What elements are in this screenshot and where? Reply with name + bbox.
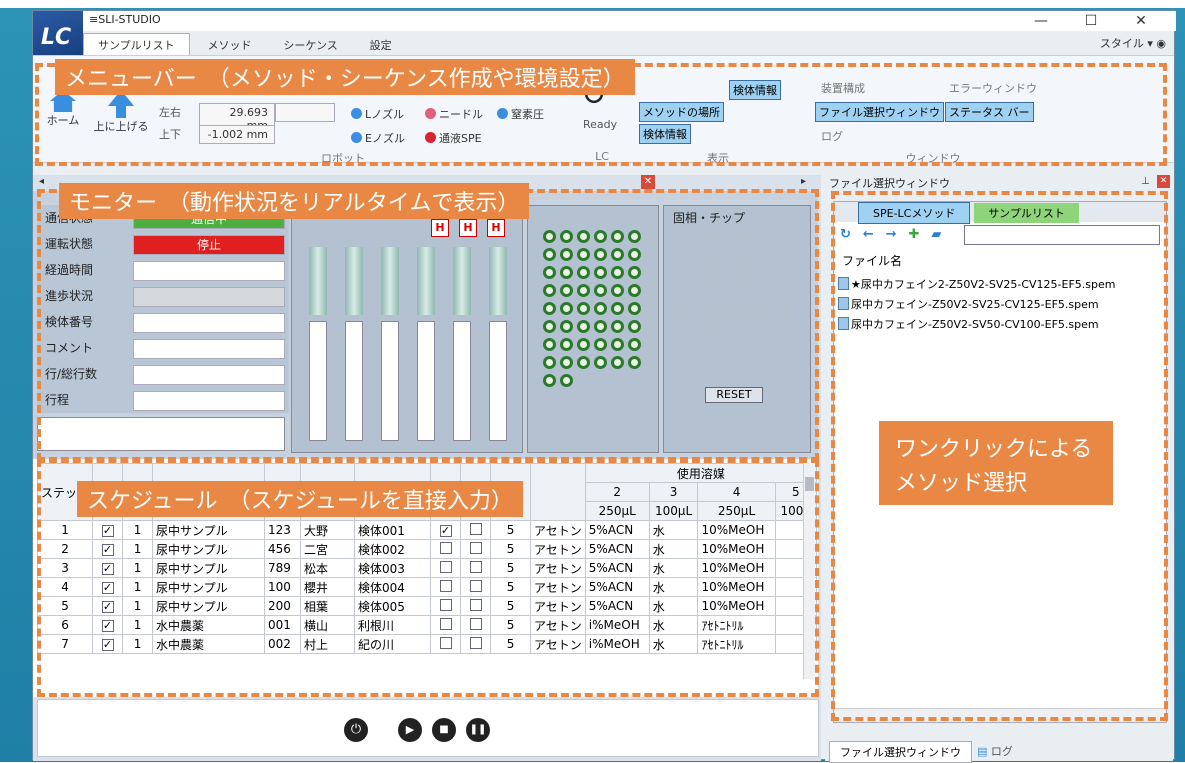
style-menu[interactable]: スタイル ▾ ◉: [1100, 35, 1166, 51]
tabs-scroll-left-icon[interactable]: ◂: [39, 176, 44, 187]
close-pane-icon[interactable]: ✕: [1157, 175, 1170, 188]
monitor-highlight: [37, 189, 819, 461]
oneclick-line-1: ワンクリックによる: [895, 437, 1093, 462]
schedule-annotation: スケジュール （スケジュールを直接入力）: [77, 481, 523, 517]
tab-sample-list[interactable]: サンプルリスト: [83, 33, 190, 56]
menubar-annotation: メニューバー （メソッド・シーケンス作成や環境設定）: [55, 59, 635, 95]
file-pane-title: ファイル選択ウィンドウ: [829, 177, 950, 190]
pin-icon[interactable]: ⊥: [1141, 176, 1150, 187]
minimize-button[interactable]: —: [1023, 11, 1059, 31]
window-title: ≡SLI-STUDIO: [89, 13, 161, 26]
stop-icon[interactable]: ■: [432, 718, 456, 742]
close-button[interactable]: ✕: [1123, 11, 1159, 31]
app-logo: LC: [33, 11, 83, 61]
bottom-tab-log[interactable]: ▤ ログ: [977, 743, 1013, 759]
tabs-scroll-right-icon[interactable]: ▸: [801, 176, 806, 187]
tab-settings[interactable]: 設定: [356, 34, 406, 56]
close-tab-icon[interactable]: ✕: [641, 175, 655, 189]
monitor-annotation: モニター （動作状況をリアルタイムで表示）: [59, 183, 530, 219]
oneclick-line-2: メソッド選択: [895, 471, 1028, 496]
pause-icon[interactable]: ❚❚: [466, 718, 490, 742]
title-bar: ≡SLI-STUDIO — ☐ ✕: [33, 11, 1176, 31]
control-bar: ⏻ ▶ ■ ❚❚: [37, 699, 819, 757]
tab-method[interactable]: メソッド: [194, 34, 266, 56]
oneclick-annotation: ワンクリックによる メソッド選択: [879, 421, 1113, 505]
power-icon[interactable]: ⏻: [344, 718, 368, 742]
bottom-tab-file-select[interactable]: ファイル選択ウィンドウ: [829, 741, 972, 763]
log-icon: ▤: [977, 745, 988, 758]
app-window: ≡SLI-STUDIO — ☐ ✕ LC サンプルリスト メソッド シーケンス …: [32, 10, 1176, 763]
ribbon-tabs: サンプルリスト メソッド シーケンス 設定: [83, 33, 1173, 56]
play-icon[interactable]: ▶: [398, 718, 422, 742]
maximize-button[interactable]: ☐: [1073, 11, 1109, 31]
tab-sequence[interactable]: シーケンス: [269, 34, 351, 56]
